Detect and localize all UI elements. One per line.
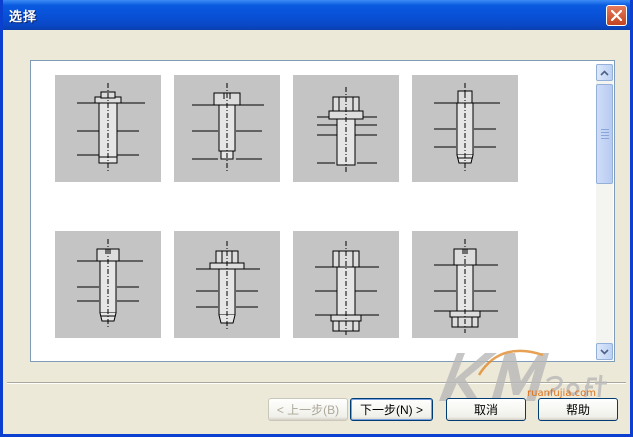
- previous-step-button[interactable]: < 上一步(B): [268, 398, 348, 421]
- cancel-button[interactable]: 取消: [446, 398, 526, 421]
- fastener-drawing-icon: [434, 239, 498, 333]
- vertical-scrollbar[interactable]: [596, 64, 613, 360]
- selection-dialog: 选择 < 上一步(B) 下一步(N) > 取消 帮助 ruanfujia.com: [0, 0, 633, 437]
- fastener-option-5[interactable]: [55, 231, 161, 338]
- fastener-option-6[interactable]: [174, 231, 280, 338]
- fastener-option-3[interactable]: [293, 75, 399, 182]
- fastener-drawing-icon: [192, 83, 264, 173]
- chevron-down-icon: [600, 348, 609, 355]
- fastener-drawing-icon: [77, 239, 143, 329]
- scroll-up-button[interactable]: [596, 64, 613, 81]
- fastener-option-1[interactable]: [55, 75, 161, 182]
- watermark-text: ruanfujia.com: [527, 388, 596, 399]
- fastener-drawing-icon: [196, 241, 260, 329]
- fastener-option-4[interactable]: [412, 75, 518, 182]
- fastener-drawing-icon: [77, 83, 145, 173]
- window-title: 选择: [9, 10, 38, 25]
- scroll-thumb[interactable]: [596, 84, 613, 184]
- next-step-button[interactable]: 下一步(N) >: [350, 398, 433, 421]
- fastener-option-8[interactable]: [412, 231, 518, 338]
- title-bar[interactable]: 选择: [3, 0, 630, 30]
- fastener-drawing-icon: [434, 83, 500, 173]
- chevron-up-icon: [600, 69, 609, 76]
- close-button[interactable]: [606, 5, 627, 26]
- fastener-option-7[interactable]: [293, 231, 399, 338]
- gallery-panel: [30, 60, 615, 362]
- fastener-option-2[interactable]: [174, 75, 280, 182]
- scroll-down-button[interactable]: [596, 343, 613, 360]
- help-button[interactable]: 帮助: [538, 398, 618, 421]
- fastener-drawing-icon: [315, 241, 379, 335]
- fastener-drawing-icon: [317, 87, 377, 173]
- close-icon: [611, 10, 622, 21]
